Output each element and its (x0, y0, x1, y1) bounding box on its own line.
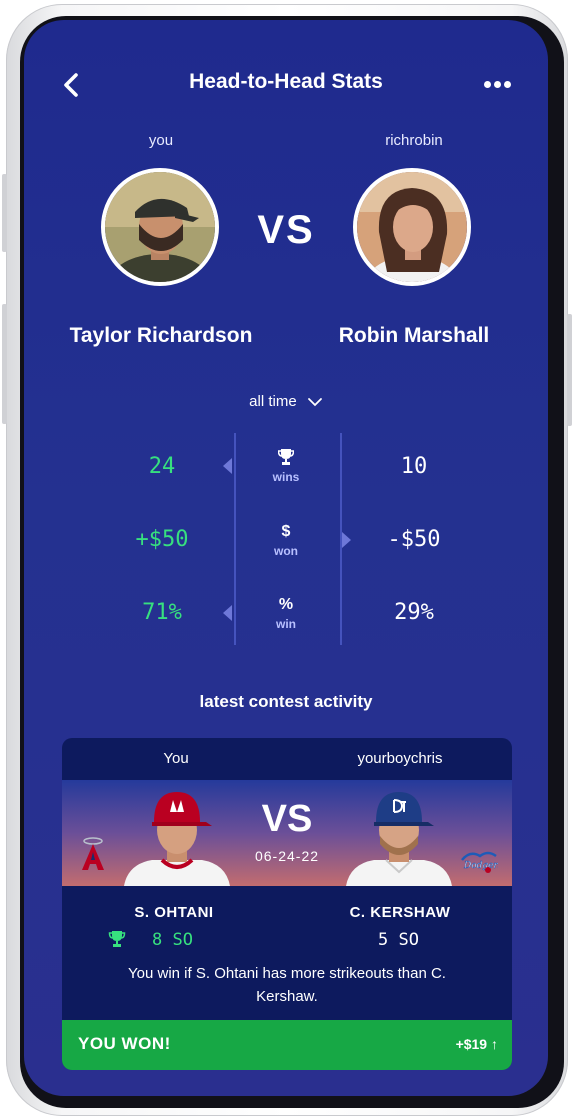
right-player-value: 5 SO (378, 930, 419, 950)
player-photo-right (346, 792, 452, 886)
phone-side-button (2, 174, 7, 252)
avatar-right[interactable] (353, 168, 471, 286)
contest-condition: You win if S. Ohtani has more strikeouts… (128, 965, 446, 1005)
result-label: YOU WON! (78, 1034, 171, 1053)
chevron-down-icon (307, 398, 322, 407)
section-title: latest contest activity (199, 692, 373, 711)
left-stat-won: +$50 (135, 527, 189, 552)
left-full-name: Taylor Richardson (69, 324, 253, 347)
page-title: Head-to-Head Stats (189, 70, 383, 93)
time-filter-label: all time (249, 393, 297, 410)
right-full-name: Robin Marshall (338, 324, 490, 347)
svg-text:Dodgers: Dodgers (463, 861, 498, 871)
dodgers-logo: Dodgers (461, 851, 498, 873)
leader-indicator-left (223, 458, 232, 474)
payout-amount: +$19 ↑ (455, 1036, 498, 1052)
left-player-value: 8 SO (152, 930, 193, 950)
card-header: You yourboychris (62, 738, 512, 780)
app-screen: Head-to-Head Stats you richrobin VS Tayl… (24, 20, 548, 1096)
right-stat-wins: 10 (400, 454, 428, 479)
more-dots-icon (494, 81, 501, 88)
contest-card[interactable]: You yourboychris VS 06-24-22 Dodger S. O… (62, 738, 512, 1070)
left-player-name: S. OHTANI (134, 904, 214, 921)
result-bar[interactable]: YOU WON! +$19 ↑ (62, 1020, 512, 1070)
left-username: you (148, 132, 174, 149)
card-left-user: You (163, 750, 189, 767)
left-stat-win-pct: 71% (142, 600, 182, 625)
right-stat-win-pct: 29% (394, 600, 434, 625)
right-username: richrobin (385, 132, 443, 149)
more-dots-icon (504, 81, 511, 88)
card-right-user: yourboychris (357, 750, 443, 767)
left-stat-wins: 24 (148, 454, 176, 479)
phone-side-button (2, 304, 7, 424)
matchup-banner: VS 06-24-22 Dodgers (62, 780, 512, 886)
more-options-button[interactable] (484, 81, 512, 89)
leader-indicator-left (223, 605, 232, 621)
right-stat-won: -$50 (387, 527, 441, 552)
more-dots-icon (484, 81, 491, 88)
time-filter-dropdown[interactable]: all time (24, 393, 548, 410)
trophy-icon (108, 931, 126, 947)
phone-side-button (567, 314, 572, 426)
right-player-name: C. KERSHAW (349, 904, 451, 921)
